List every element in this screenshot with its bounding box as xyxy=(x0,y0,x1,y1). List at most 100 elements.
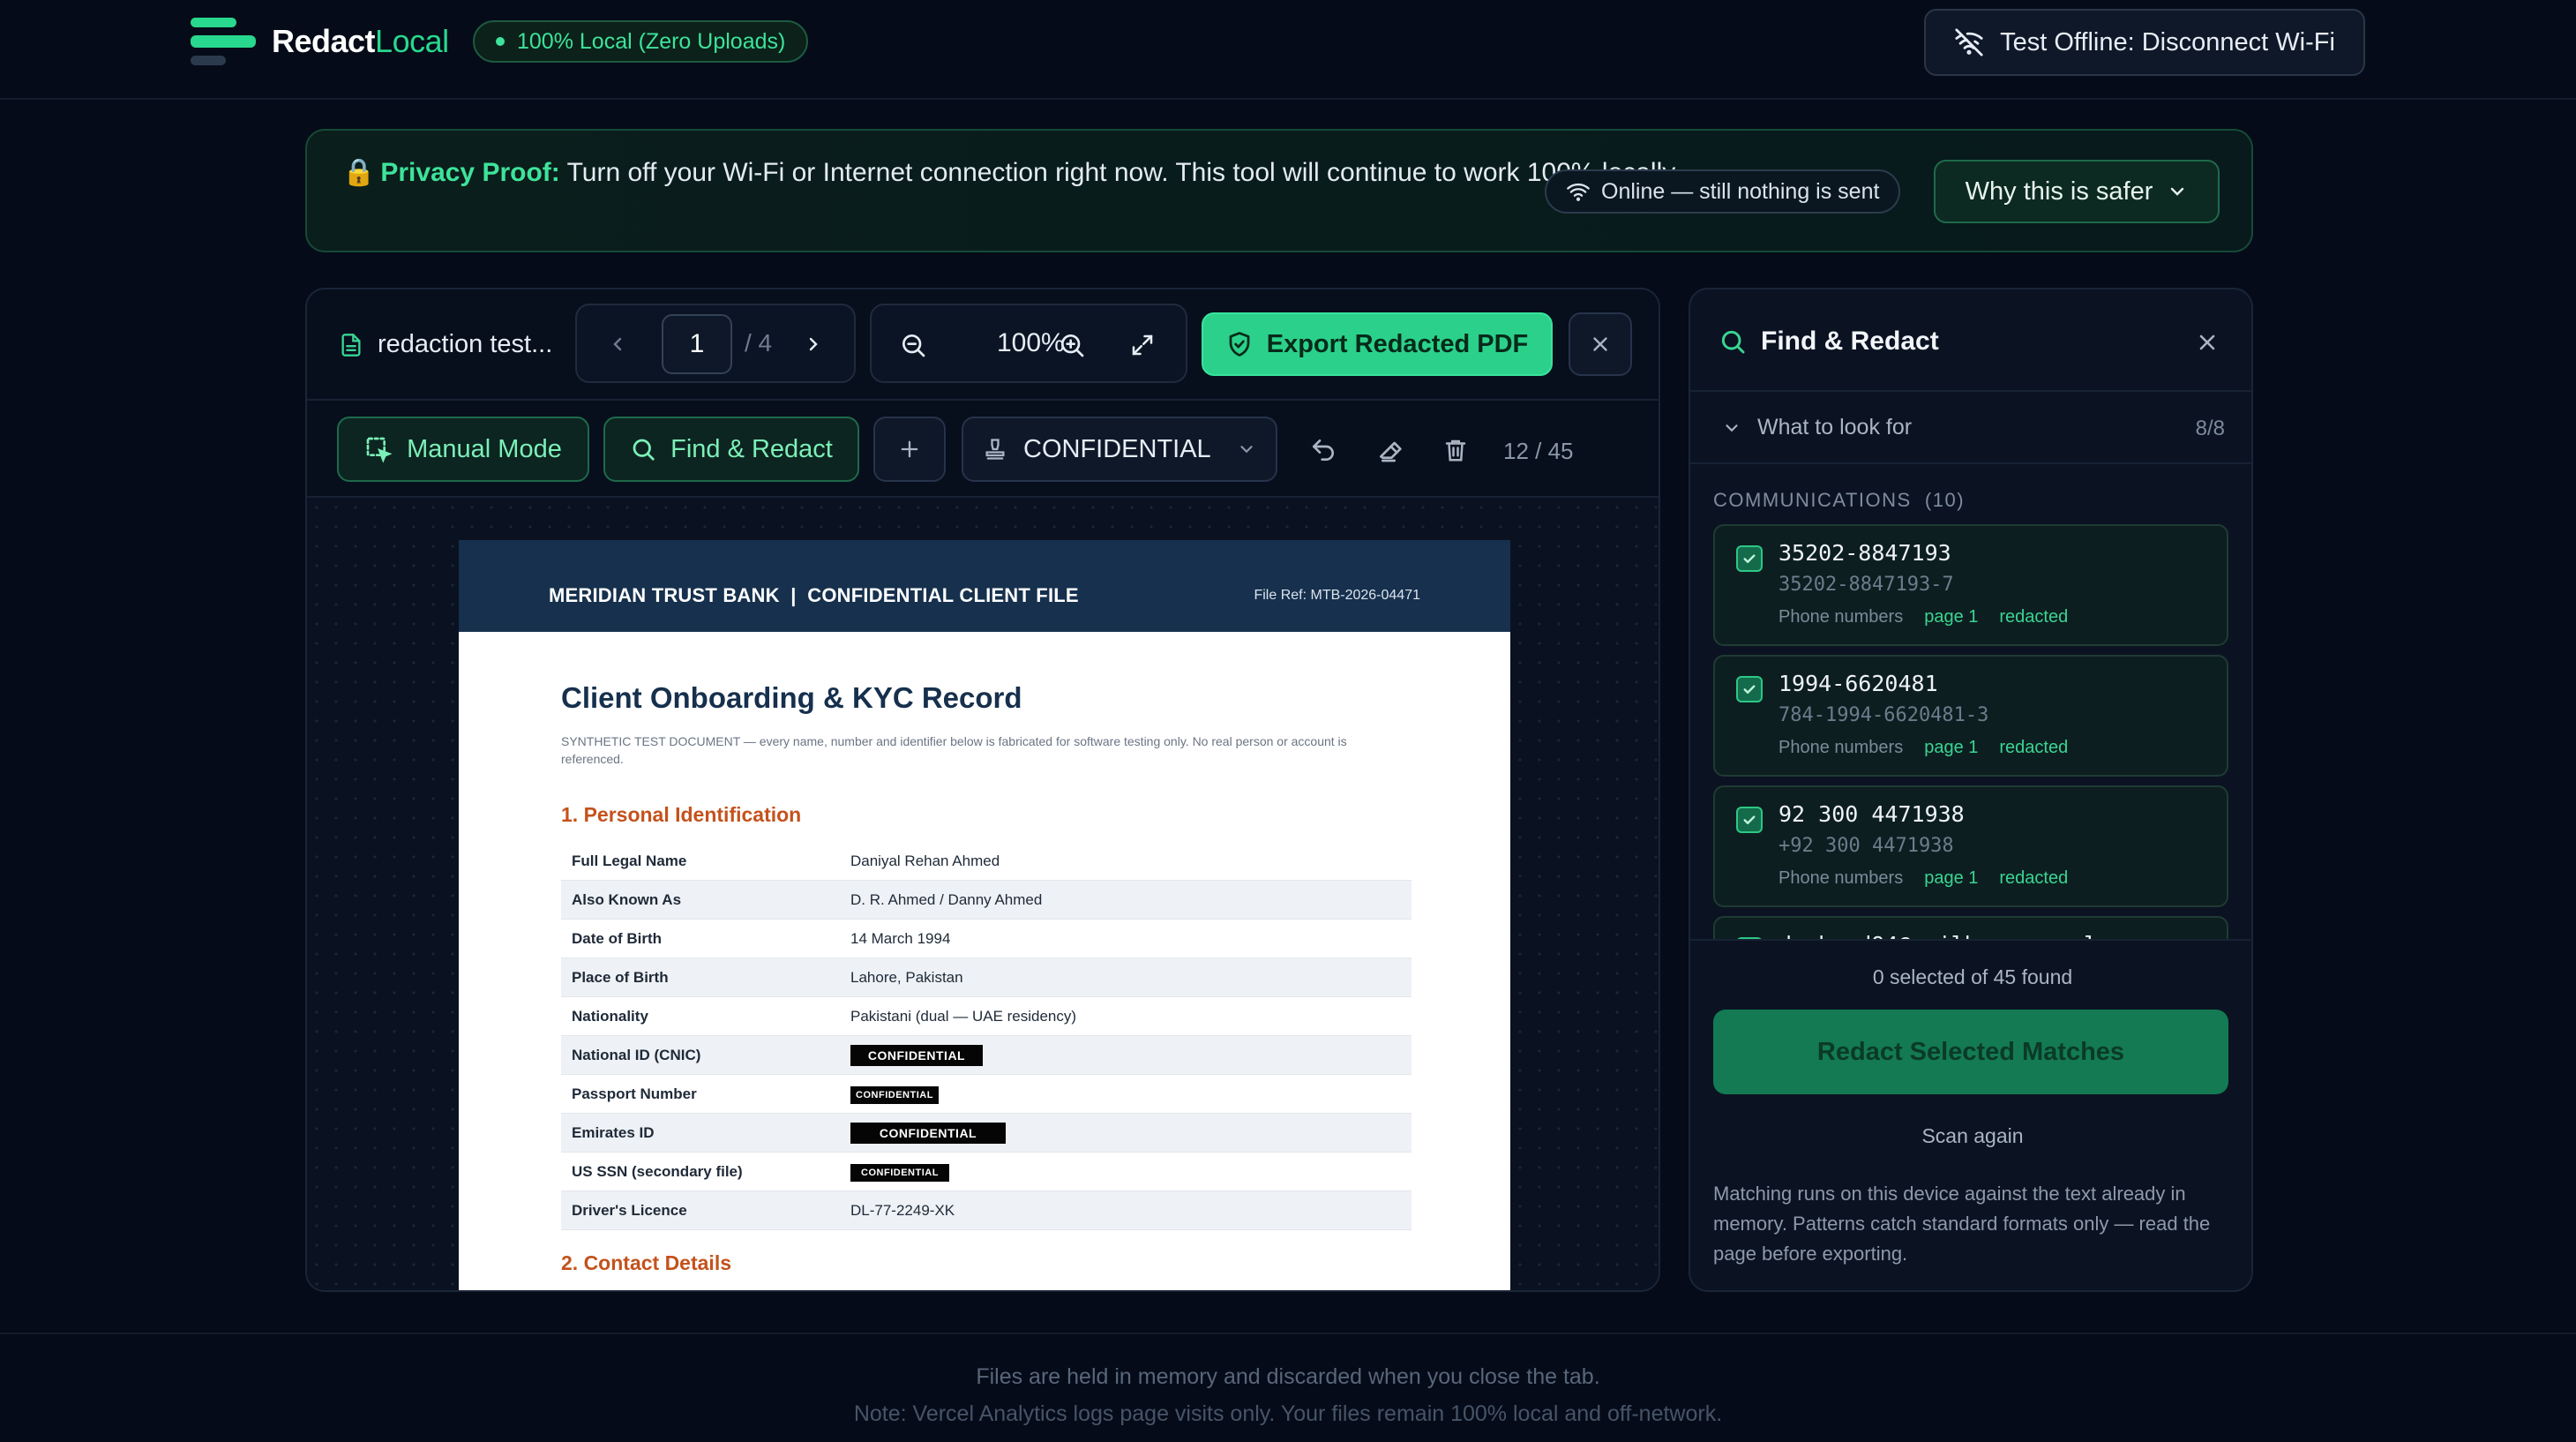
wifi-off-icon xyxy=(1955,28,1983,56)
field-label: Date of Birth xyxy=(572,929,662,947)
document-canvas[interactable]: MERIDIAN TRUST BANK | CONFIDENTIAL CLIEN… xyxy=(307,498,1659,1290)
add-button[interactable] xyxy=(873,417,946,482)
field-label: National ID (CNIC) xyxy=(572,1046,701,1063)
document-page[interactable]: MERIDIAN TRUST BANK | CONFIDENTIAL CLIEN… xyxy=(459,540,1510,1290)
match-result-card[interactable]: 1994-6620481 784-1994-6620481-3 Phone numb… xyxy=(1713,655,2228,777)
what-to-look-for-toggle[interactable]: What to look for 8/8 xyxy=(1690,392,2251,464)
test-offline-button[interactable]: Test Offline: Disconnect Wi-Fi xyxy=(1924,9,2365,76)
check-icon xyxy=(1743,554,1756,563)
match-checkbox[interactable] xyxy=(1736,807,1763,833)
redact-selected-button[interactable]: Redact Selected Matches xyxy=(1713,1010,2228,1094)
redaction-box[interactable]: CONFIDENTIAL xyxy=(850,1122,1006,1144)
field-value: DL-77-2249-XK xyxy=(850,1201,955,1219)
footer-line-1: Files are held in memory and discarded w… xyxy=(976,1364,1600,1389)
export-redacted-pdf-button[interactable]: Export Redacted PDF xyxy=(1202,312,1553,376)
field-value: 14 March 1994 xyxy=(850,929,951,947)
match-result-card[interactable]: 35202-8847193 35202-8847193-7 Phone number… xyxy=(1713,524,2228,646)
field-label: Full Legal Name xyxy=(572,852,687,869)
prev-page-button[interactable] xyxy=(600,327,635,362)
redaction-count: 12 / 45 xyxy=(1503,438,1574,464)
field-label: US SSN (secondary file) xyxy=(572,1162,743,1180)
check-icon xyxy=(1743,685,1756,694)
eraser-button[interactable] xyxy=(1371,432,1406,468)
online-status-pill: Online — still nothing is sent xyxy=(1545,169,1901,214)
undo-icon xyxy=(1313,439,1334,461)
undo-button[interactable] xyxy=(1306,432,1341,468)
manual-mode-button[interactable]: Manual Mode xyxy=(337,417,589,482)
find-redact-button[interactable]: Find & Redact xyxy=(603,417,859,482)
find-redact-panel: Find & Redact What to look for 8/8 COMMU… xyxy=(1689,288,2253,1292)
match-result-card[interactable]: d.ahmed94@mailbox.example.com xyxy=(1713,916,2228,939)
category-heading: COMMUNICATIONS (10) xyxy=(1713,489,1966,511)
scan-again-link[interactable]: Scan again xyxy=(1690,1124,2251,1148)
field-value: CONFIDENTIAL xyxy=(850,1085,939,1104)
shield-check-icon xyxy=(1229,332,1250,357)
document-title: Client Onboarding & KYC Record xyxy=(561,681,1022,714)
bank-header: MERIDIAN TRUST BANK | CONFIDENTIAL CLIEN… xyxy=(549,584,1079,606)
close-icon xyxy=(1593,337,1607,351)
match-context: 784-1994-6620481-3 xyxy=(1778,704,1989,726)
chevron-down-icon xyxy=(2171,187,2184,196)
brand-name: RedactLocal xyxy=(272,23,449,59)
field-label: Nationality xyxy=(572,1007,648,1025)
fullscreen-button[interactable] xyxy=(1124,327,1161,364)
match-checkbox[interactable] xyxy=(1736,676,1763,702)
footer-line-2: Note: Vercel Analytics logs page visits … xyxy=(853,1401,1723,1426)
page-navigator: 1 / 4 xyxy=(575,304,856,383)
table-row: US SSN (secondary file) CONFIDENTIAL xyxy=(561,1153,1412,1191)
match-meta: Phone numbers page 1 redacted xyxy=(1778,868,2068,889)
field-value: Lahore, Pakistan xyxy=(850,968,963,986)
table-row: National ID (CNIC) CONFIDENTIAL xyxy=(561,1036,1412,1075)
matching-note: Matching runs on this device against the… xyxy=(1713,1183,2211,1265)
close-panel-button[interactable] xyxy=(2190,325,2225,360)
table-row: Emirates ID CONFIDENTIAL xyxy=(561,1114,1412,1153)
stamp-label-select[interactable]: CONFIDENTIAL xyxy=(962,417,1277,482)
field-value: CONFIDENTIAL xyxy=(850,1044,983,1066)
chevron-left-icon xyxy=(613,337,622,351)
match-meta: Phone numbers page 1 redacted xyxy=(1778,607,2068,627)
document-header: MERIDIAN TRUST BANK | CONFIDENTIAL CLIEN… xyxy=(459,540,1510,632)
selection-info: 0 selected of 45 found xyxy=(1872,965,2073,988)
section-heading: 2. Contact Details xyxy=(561,1251,731,1274)
page-number-input[interactable]: 1 xyxy=(662,314,732,374)
chevron-right-icon xyxy=(809,337,818,351)
redaction-box[interactable]: CONFIDENTIAL xyxy=(850,1163,949,1182)
zoom-out-button[interactable] xyxy=(895,327,932,364)
match-page: page 1 xyxy=(1924,868,1979,888)
field-label: Passport Number xyxy=(572,1085,697,1102)
trash-icon xyxy=(1445,439,1466,462)
privacy-banner: 🔒 Privacy Proof: Turn off your Wi-Fi or I… xyxy=(305,129,2253,252)
panel-title: Find & Redact xyxy=(1719,327,1939,357)
results-list[interactable]: 35202-8847193 35202-8847193-7 Phone number… xyxy=(1713,524,2232,939)
match-text: d.ahmed94@mailbox.example.com xyxy=(1778,932,2164,939)
redaction-box[interactable]: CONFIDENTIAL xyxy=(850,1044,983,1066)
match-checkbox[interactable] xyxy=(1736,545,1763,572)
zoom-in-button[interactable] xyxy=(1053,327,1090,364)
section-heading: 1. Personal Identification xyxy=(561,803,802,826)
delete-button[interactable] xyxy=(1438,432,1473,468)
match-status: redacted xyxy=(1999,868,2069,888)
close-document-button[interactable] xyxy=(1569,312,1632,376)
document-subtitle: SYNTHETIC TEST DOCUMENT — every name, nu… xyxy=(561,734,1347,766)
table-row: Nationality Pakistani (dual — UAE residen… xyxy=(561,997,1412,1036)
table-row: Also Known As D. R. Ahmed / Danny Ahmed xyxy=(561,881,1412,920)
redaction-box[interactable]: CONFIDENTIAL xyxy=(850,1085,939,1104)
why-safer-button[interactable]: Why this is safer xyxy=(1934,160,2220,223)
pdf-viewer: redaction test... 1 / 4 100% Export Reda… xyxy=(305,288,1660,1292)
chevron-down-icon xyxy=(1726,424,1738,432)
viewer-toolbar: redaction test... 1 / 4 100% Export Reda… xyxy=(307,289,1659,401)
match-type: Phone numbers xyxy=(1778,868,1904,888)
file-reference: File Ref: MTB-2026-04471 xyxy=(1254,588,1420,603)
plus-icon xyxy=(901,440,918,458)
divider xyxy=(1690,939,2251,941)
match-result-card[interactable]: 92 300 4471938 +92 300 4471938 Phone numbe… xyxy=(1713,785,2228,907)
next-page-button[interactable] xyxy=(796,327,831,362)
footer: Files are held in memory and discarded w… xyxy=(0,1333,2576,1442)
redaction-toolbar: Manual Mode Find & Redact CONFIDENTIAL 1… xyxy=(307,401,1659,498)
search-icon xyxy=(1721,330,1745,354)
match-text: 1994-6620481 xyxy=(1778,671,1938,696)
file-name: redaction test... xyxy=(339,330,552,359)
table-row: Date of Birth 14 March 1994 xyxy=(561,920,1412,958)
panel-header: Find & Redact xyxy=(1690,289,2251,392)
kyc-table: Full Legal Name Daniyal Rehan Ahmed Also K… xyxy=(561,842,1412,1230)
